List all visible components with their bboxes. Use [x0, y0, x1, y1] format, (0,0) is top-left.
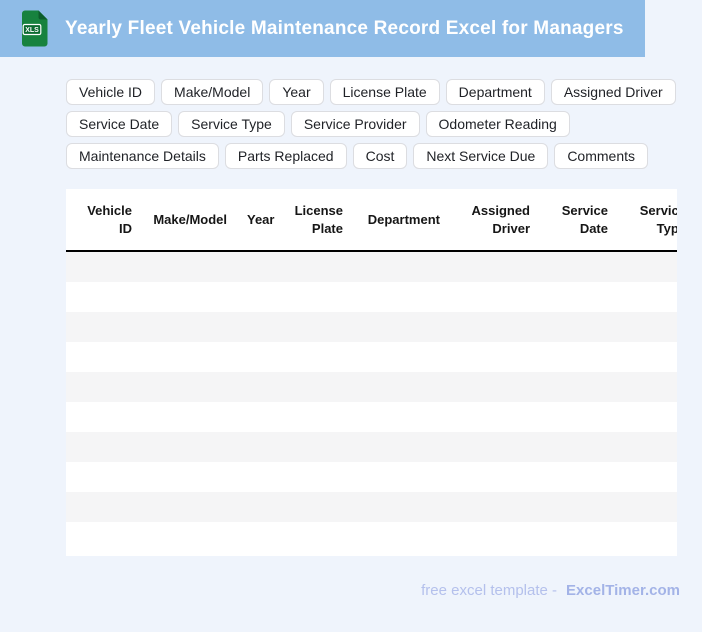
- table-row: [66, 342, 677, 372]
- table-row: [66, 402, 677, 432]
- col-header-service-date: Service Date: [540, 189, 618, 251]
- table-row: [66, 372, 677, 402]
- col-header-assigned-driver: Assigned Driver: [450, 189, 540, 251]
- chip-comments[interactable]: Comments: [554, 143, 648, 169]
- chip-cost[interactable]: Cost: [353, 143, 408, 169]
- chip-assigned-driver[interactable]: Assigned Driver: [551, 79, 676, 105]
- chip-parts-replaced[interactable]: Parts Replaced: [225, 143, 347, 169]
- chip-service-date[interactable]: Service Date: [66, 111, 172, 137]
- table-row: [66, 282, 677, 312]
- title-bar: XLS Yearly Fleet Vehicle Maintenance Rec…: [0, 0, 645, 57]
- col-header-service-type: Service Type: [618, 189, 677, 251]
- col-header-license-plate: License Plate: [278, 189, 353, 251]
- xls-icon-label: XLS: [25, 27, 39, 34]
- chip-department[interactable]: Department: [446, 79, 545, 105]
- chip-maintenance-details[interactable]: Maintenance Details: [66, 143, 219, 169]
- chip-service-type[interactable]: Service Type: [178, 111, 285, 137]
- table-body: [66, 252, 677, 552]
- chip-next-service-due[interactable]: Next Service Due: [413, 143, 548, 169]
- col-header-make-model: Make/Model: [142, 189, 237, 251]
- col-header-department: Department: [353, 189, 450, 251]
- col-header-year: Year: [237, 189, 278, 251]
- table-row: [66, 432, 677, 462]
- table-row: [66, 462, 677, 492]
- chip-service-provider[interactable]: Service Provider: [291, 111, 420, 137]
- footer-tagline: free excel template -: [421, 582, 557, 599]
- table-header-row: Vehicle ID Make/Model Year License Plate…: [66, 189, 677, 251]
- table-header: Vehicle ID Make/Model Year License Plate…: [66, 189, 677, 252]
- page: { "colors": { "topbar": "#8FBCE7", "page…: [0, 0, 702, 632]
- page-title: Yearly Fleet Vehicle Maintenance Record …: [65, 18, 624, 40]
- maintenance-record-table: Vehicle ID Make/Model Year License Plate…: [66, 189, 677, 556]
- chip-make-model[interactable]: Make/Model: [161, 79, 263, 105]
- xls-file-icon: XLS: [21, 10, 48, 47]
- chip-vehicle-id[interactable]: Vehicle ID: [66, 79, 155, 105]
- table-row: [66, 312, 677, 342]
- table-row: [66, 492, 677, 522]
- col-header-vehicle-id: Vehicle ID: [66, 189, 142, 251]
- table-row: [66, 252, 677, 282]
- chip-odometer-reading[interactable]: Odometer Reading: [426, 111, 570, 137]
- chip-year[interactable]: Year: [269, 79, 323, 105]
- table-row: [66, 522, 677, 552]
- footer: free excel template - ExcelTimer.com: [421, 582, 680, 599]
- field-chip-list: Vehicle ID Make/Model Year License Plate…: [66, 79, 678, 169]
- chip-license-plate[interactable]: License Plate: [330, 79, 440, 105]
- footer-brand-link[interactable]: ExcelTimer.com: [566, 582, 680, 599]
